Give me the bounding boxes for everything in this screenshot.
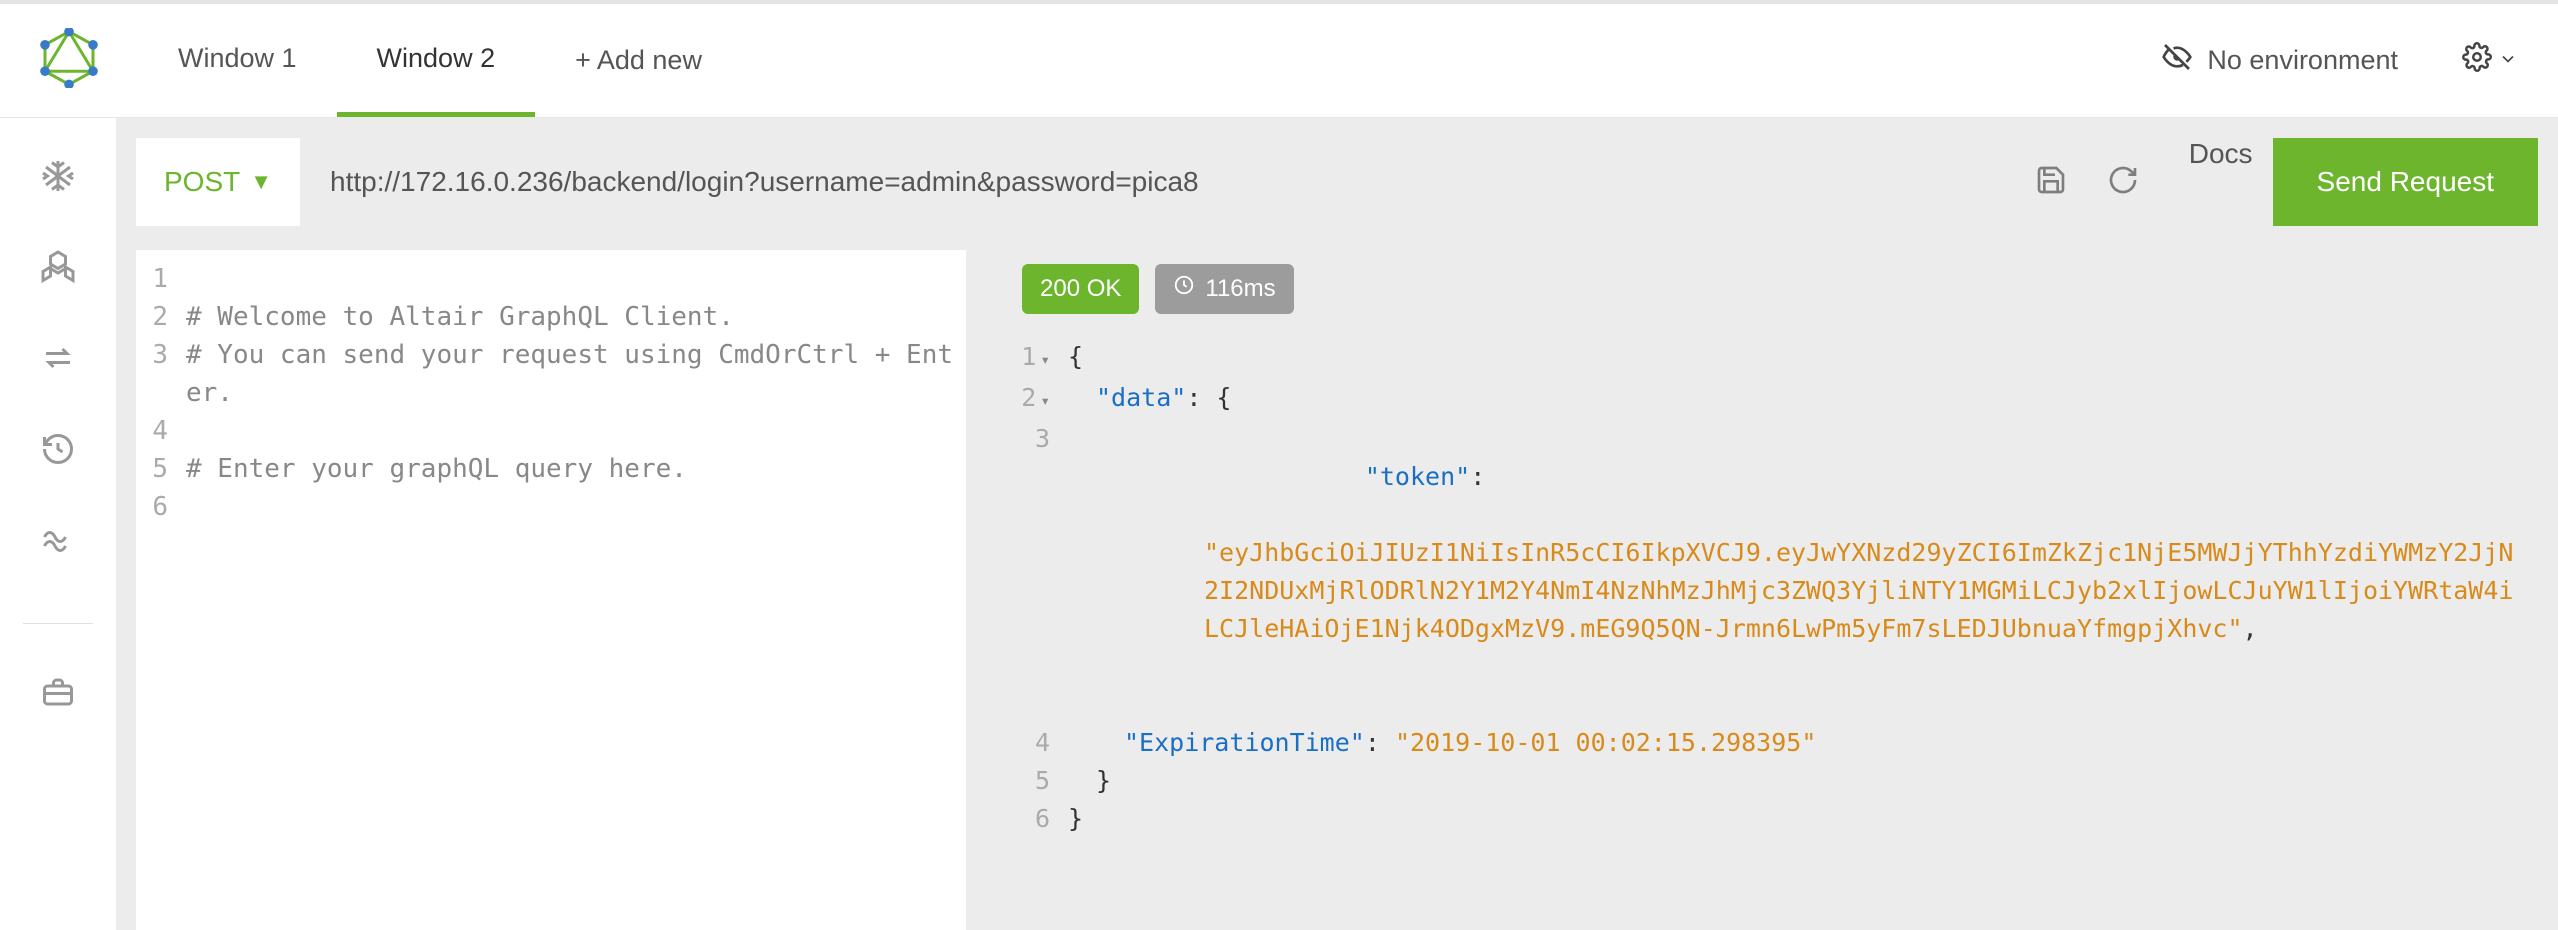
add-new-tab[interactable]: + Add new	[535, 4, 742, 117]
result-json[interactable]: 1▾ { 2▾ "data": { 3 "token": "eyJhbGciOi…	[1018, 338, 2538, 838]
sidebar-divider	[23, 623, 93, 624]
editor-line: # Welcome to Altair GraphQL Client.	[186, 298, 966, 336]
status-badge: 200 OK	[1022, 264, 1139, 314]
result-pane: 200 OK 116ms 1▾ {	[994, 250, 2538, 930]
editor-line	[186, 412, 966, 450]
eye-off-icon	[2161, 41, 2193, 80]
reload-icon	[2107, 183, 2139, 200]
editor-line	[186, 260, 966, 298]
reload-button[interactable]	[2107, 164, 2139, 201]
topbar: Window 1 Window 2 + Add new No environme…	[0, 4, 2558, 118]
arrows-horizontal-icon	[40, 363, 76, 380]
content-area: POST ▼ Docs	[116, 118, 2558, 930]
snowflake-icon	[40, 181, 76, 198]
graphql-logo-icon	[39, 28, 99, 93]
gutter-line: 2▾	[1018, 379, 1068, 420]
gutter-line: 3	[1018, 420, 1068, 724]
app-logo	[0, 28, 138, 93]
sidebar-collections-button[interactable]	[40, 674, 76, 715]
time-badge: 116ms	[1155, 264, 1293, 314]
gutter-line: 1	[136, 260, 186, 298]
url-bar: POST ▼ Docs	[136, 138, 2538, 226]
triangle-down-icon: ▼	[250, 169, 272, 195]
chevron-down-icon	[2498, 45, 2518, 76]
tab-window-1[interactable]: Window 1	[138, 4, 337, 117]
send-request-button[interactable]: Send Request	[2273, 138, 2538, 226]
fold-icon[interactable]: ▾	[1040, 382, 1050, 420]
window-tabs: Window 1 Window 2 + Add new	[138, 4, 742, 117]
query-editor[interactable]: 1 2# Welcome to Altair GraphQL Client. 3…	[136, 250, 966, 930]
sidebar-pre-request-button[interactable]	[40, 340, 76, 381]
sidebar-variables-button[interactable]	[40, 249, 76, 290]
gutter-line: 1▾	[1018, 338, 1068, 379]
time-label: 116ms	[1205, 270, 1275, 308]
briefcase-icon	[40, 697, 76, 714]
editor-line: # Enter your graphQL query here.	[186, 450, 966, 488]
sidebar-history-button[interactable]	[40, 431, 76, 472]
environment-selector[interactable]: No environment	[2161, 41, 2398, 80]
gutter-line: 5	[136, 450, 186, 488]
sidebar	[0, 118, 116, 930]
editor-line	[186, 488, 966, 526]
environment-label: No environment	[2207, 45, 2398, 76]
history-icon	[40, 454, 76, 471]
settings-button[interactable]	[2462, 42, 2518, 79]
squiggle-icon	[40, 545, 76, 562]
gutter-line: 6	[1018, 800, 1068, 838]
sidebar-subscription-button[interactable]	[40, 522, 76, 563]
http-method-label: POST	[164, 166, 240, 198]
url-input[interactable]	[300, 138, 2005, 226]
gear-icon	[2462, 42, 2492, 79]
http-method-selector[interactable]: POST ▼	[136, 138, 300, 226]
gutter-line: 3	[136, 336, 186, 412]
fold-icon[interactable]: ▾	[1040, 341, 1050, 379]
docs-button[interactable]: Docs	[2169, 138, 2273, 226]
gutter-line: 2	[136, 298, 186, 336]
tab-window-2[interactable]: Window 2	[337, 4, 536, 117]
save-icon	[2035, 183, 2067, 200]
gutter-line: 4	[1018, 724, 1068, 762]
gutter-line: 4	[136, 412, 186, 450]
gutter-line: 6	[136, 488, 186, 526]
sidebar-headers-button[interactable]	[40, 158, 76, 199]
save-button[interactable]	[2035, 164, 2067, 201]
gutter-line: 5	[1018, 762, 1068, 800]
editor-line: # You can send your request using CmdOrC…	[186, 336, 966, 412]
clock-icon	[1173, 270, 1195, 308]
cubes-icon	[40, 272, 76, 289]
